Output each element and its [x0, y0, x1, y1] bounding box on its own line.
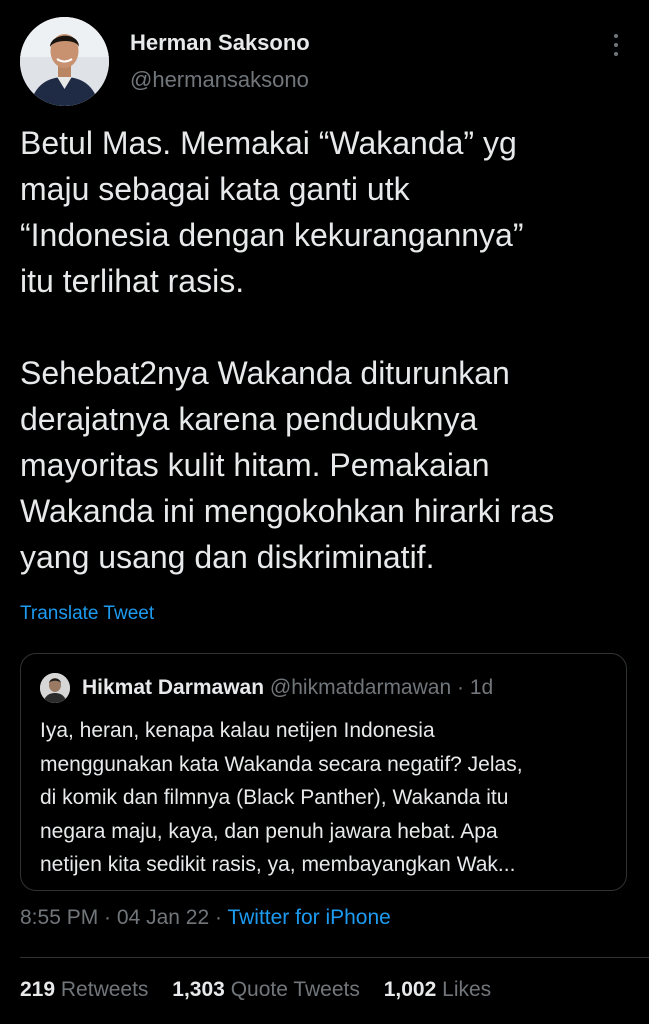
quoted-text: Iya, heran, kenapa kalau netijen Indones…: [40, 714, 610, 882]
avatar[interactable]: [20, 17, 109, 106]
quote-tweets-stat[interactable]: 1,303 Quote Tweets: [172, 978, 360, 1002]
likes-stat[interactable]: 1,002 Likes: [384, 978, 491, 1002]
quoted-header: Hikmat Darmawan @hikmatdarmawan · 1d: [82, 676, 493, 700]
meta-separator: ·: [98, 906, 117, 929]
author-handle[interactable]: @hermansaksono: [130, 67, 309, 93]
tweet-line: “Indonesia dengan kekurangannya”: [20, 217, 524, 253]
tweet-line: maju sebagai kata ganti utk: [20, 171, 410, 207]
quoted-author-name: Hikmat Darmawan: [82, 676, 265, 699]
retweets-stat[interactable]: 219 Retweets: [20, 978, 148, 1002]
quoted-line: Iya, heran, kenapa kalau netijen Indones…: [40, 719, 435, 742]
tweet-line: Sehebat2nya Wakanda diturunkan: [20, 355, 510, 391]
likes-count: 1,002: [383, 978, 437, 1001]
tweet-line: itu terlihat rasis.: [20, 263, 245, 299]
quoted-line: netijen kita sedikit rasis, ya, membayan…: [40, 853, 516, 876]
tweet-text: Betul Mas. Memakai “Wakanda” yg maju seb…: [20, 120, 632, 580]
quote-tweets-count: 1,303: [172, 978, 225, 1001]
quoted-line: di komik dan filmnya (Black Panther), Wa…: [40, 786, 509, 809]
likes-label: Likes: [442, 978, 492, 1001]
translate-tweet-link[interactable]: Translate Tweet: [20, 603, 154, 625]
author-name[interactable]: Herman Saksono: [130, 30, 310, 56]
quoted-line: menggunakan kata Wakanda secara negatif?…: [40, 752, 523, 776]
tweet-time[interactable]: 8:55 PM: [20, 906, 98, 929]
quoted-avatar: [40, 673, 70, 703]
retweets-count: 219: [20, 978, 56, 1001]
tweet-line: Wakanda ini mengokohkan hirarki ras: [20, 493, 555, 529]
tweet-date[interactable]: 04 Jan 22: [117, 906, 209, 929]
quoted-separator: ·: [451, 676, 470, 699]
quoted-age: 1d: [469, 676, 494, 699]
tweet-line: derajatnya karena penduduknya: [20, 401, 478, 437]
tweet-meta: 8:55 PM · 04 Jan 22 · Twitter for iPhone: [20, 906, 391, 930]
quoted-line: negara maju, kaya, dan penuh jawara heba…: [40, 819, 498, 843]
retweets-label: Retweets: [60, 978, 149, 1001]
avatar-photo: [20, 17, 109, 106]
quote-tweets-label: Quote Tweets: [230, 978, 360, 1001]
tweet-line: yang usang dan diskriminatif.: [20, 539, 435, 575]
tweet-source-link[interactable]: Twitter for iPhone: [227, 906, 390, 929]
quoted-avatar-photo: [40, 673, 70, 703]
divider: [20, 957, 649, 958]
tweet-stats: 219 Retweets 1,303 Quote Tweets 1,002 Li…: [20, 978, 509, 1002]
quoted-author-handle: @hikmatdarmawan: [269, 676, 452, 699]
quoted-tweet-card[interactable]: Hikmat Darmawan @hikmatdarmawan · 1d Iya…: [20, 653, 627, 891]
tweet-line: Betul Mas. Memakai “Wakanda” yg: [20, 125, 517, 161]
tweet-line: mayoritas kulit hitam. Pemakaian: [20, 447, 490, 483]
meta-separator: ·: [209, 906, 228, 929]
more-vertical-icon[interactable]: [603, 30, 629, 60]
